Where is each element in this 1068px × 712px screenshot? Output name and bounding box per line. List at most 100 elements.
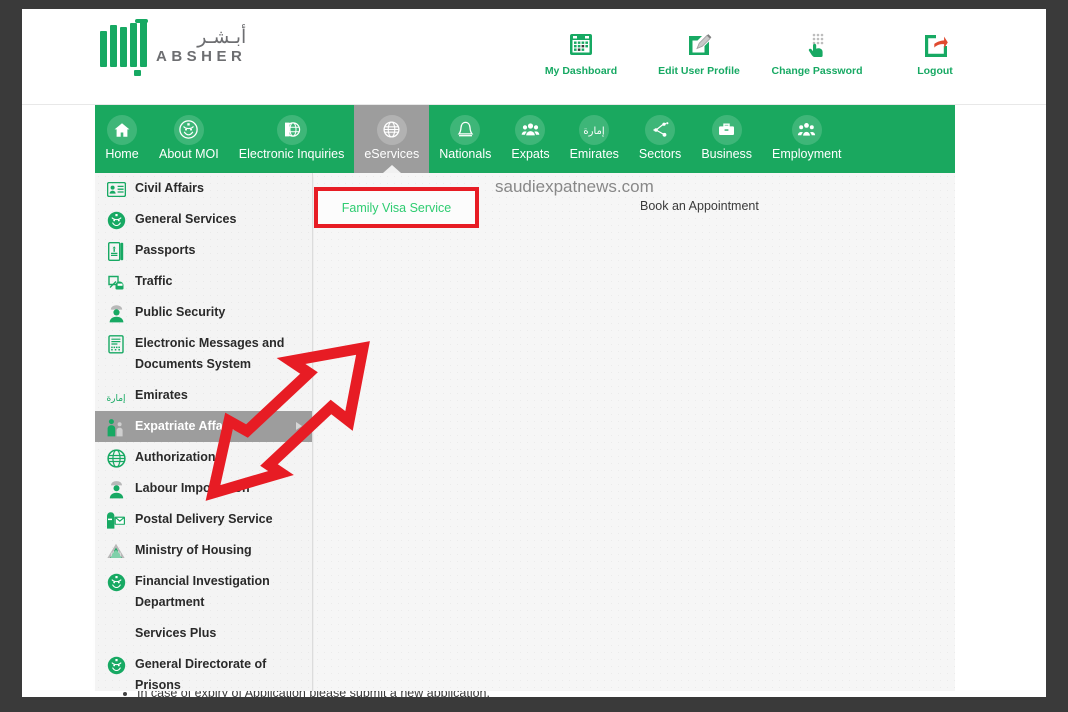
nav-tab-employment[interactable]: Employment: [762, 105, 851, 173]
bell-icon: [450, 115, 480, 145]
logout-label: Logout: [917, 65, 953, 77]
sidebar-item-general-directorate-of-prisons-label: General Directorate of Prisons: [135, 654, 295, 696]
sidebar-item-public-security[interactable]: Public Security: [95, 297, 312, 328]
briefcase-icon: [712, 115, 742, 145]
nav-tab-sectors-label: Sectors: [639, 148, 681, 162]
screenshot-frame: أبـشـر ABSHER: [0, 0, 1068, 712]
nav-tab-home-label: Home: [105, 148, 138, 162]
logout-arrow-icon: [922, 29, 949, 59]
globe-icon: [377, 115, 407, 145]
nav-tab-nationals-label: Nationals: [439, 148, 491, 162]
home-icon: [107, 115, 137, 145]
sidebar-item-expatriate-affairs[interactable]: Expatriate Affairs: [95, 411, 312, 442]
nav-tab-eservices[interactable]: eServices: [354, 105, 429, 173]
site-header: أبـشـر ABSHER: [22, 9, 1046, 105]
logo-latin-text: ABSHER: [156, 49, 246, 66]
sidebar-item-emirates[interactable]: إمارة Emirates: [95, 380, 312, 411]
sidebar-item-authorization-label: Authorization: [135, 447, 216, 468]
nav-tab-business-label: Business: [701, 148, 752, 162]
chevron-right-icon: [296, 422, 302, 430]
svg-text:إمارة: إمارة: [106, 394, 125, 404]
moi-emblem-icon: [105, 210, 127, 230]
sidebar-item-general-services[interactable]: General Services: [95, 204, 312, 235]
sidebar-item-authorization[interactable]: Authorization: [95, 442, 312, 473]
sidebar-item-services-plus[interactable]: Services Plus: [95, 618, 312, 649]
change-password-label: Change Password: [771, 65, 862, 77]
nav-tab-electronic-inquiries-label: Electronic Inquiries: [239, 148, 345, 162]
sidebar-item-services-plus-label: Services Plus: [135, 623, 216, 644]
sidebar-item-labour-importation[interactable]: Labour Importation: [95, 473, 312, 504]
content-panel: saudiexpatnews.com Family Visa Service B…: [314, 173, 955, 691]
my-dashboard-button[interactable]: My Dashboard: [542, 29, 620, 77]
nav-tab-eservices-label: eServices: [364, 148, 419, 162]
nav-tab-emirates-label: Emirates: [570, 148, 619, 162]
change-password-button[interactable]: Change Password: [778, 29, 856, 77]
moi-emblem-icon: [105, 655, 127, 675]
sidebar-item-financial-investigation-label: Financial Investigation Department: [135, 571, 295, 613]
sidebar-item-electronic-messages[interactable]: Electronic Messages and Documents System: [95, 328, 312, 380]
nav-tab-expats-label: Expats: [511, 148, 549, 162]
sidebar-item-civil-affairs[interactable]: Civil Affairs: [95, 173, 312, 204]
watermark-text: saudiexpatnews.com: [495, 177, 654, 197]
nav-tab-nationals[interactable]: Nationals: [429, 105, 501, 173]
my-dashboard-label: My Dashboard: [545, 65, 617, 77]
pencil-square-icon: [686, 29, 713, 59]
id-card-icon: [105, 179, 127, 199]
nav-tab-business[interactable]: Business: [691, 105, 762, 173]
logout-button[interactable]: Logout: [896, 29, 974, 77]
calendar-icon: [568, 29, 594, 59]
police-officer-icon: [105, 303, 127, 323]
sidebar-item-expatriate-affairs-label: Expatriate Affairs: [135, 416, 238, 437]
arabic-emirates-icon: إمارة: [105, 386, 127, 406]
header-actions: My Dashboard Edit User Profile: [542, 29, 974, 77]
book-an-appointment-link[interactable]: Book an Appointment: [640, 199, 759, 213]
nav-tab-expats[interactable]: Expats: [501, 105, 559, 173]
network-nodes-icon: [645, 115, 675, 145]
worker-icon: [105, 479, 127, 499]
passport-icon: [105, 241, 127, 261]
moi-emblem-icon: [174, 115, 204, 145]
mailbox-icon: [105, 510, 127, 530]
globe-book-icon: [277, 115, 307, 145]
sidebar-item-ministry-of-housing[interactable]: Ministry of Housing: [95, 535, 312, 566]
sidebar-item-general-directorate-of-prisons[interactable]: General Directorate of Prisons: [95, 649, 312, 697]
edit-user-profile-button[interactable]: Edit User Profile: [660, 29, 738, 77]
absher-logo[interactable]: أبـشـر ABSHER: [100, 21, 246, 67]
sidebar-item-labour-importation-label: Labour Importation: [135, 478, 250, 499]
no-icon: [105, 624, 127, 644]
footer-note-text: In case of expiry of Application please …: [137, 691, 490, 697]
sidebar-item-general-services-label: General Services: [135, 209, 236, 230]
housing-icon: [105, 541, 127, 561]
sidebar-item-traffic[interactable]: Traffic: [95, 266, 312, 297]
globe-icon: [105, 448, 127, 468]
family-people-icon: [105, 417, 127, 437]
sidebar-item-electronic-messages-label: Electronic Messages and Documents System: [135, 333, 295, 375]
sidebar-item-traffic-label: Traffic: [135, 271, 173, 292]
sidebar-item-passports[interactable]: Passports: [95, 235, 312, 266]
sidebar-item-financial-investigation[interactable]: Financial Investigation Department: [95, 566, 312, 618]
edit-user-profile-label: Edit User Profile: [658, 65, 740, 77]
nav-tab-about-moi-label: About MOI: [159, 148, 219, 162]
nav-tab-home[interactable]: Home: [95, 105, 149, 173]
family-visa-service-link[interactable]: Family Visa Service: [342, 201, 452, 215]
sidebar-item-postal-delivery-label: Postal Delivery Service: [135, 509, 273, 530]
svg-text:إمارة: إمارة: [584, 126, 604, 137]
arabic-emirates-icon: إمارة: [579, 115, 609, 145]
services-sidebar: Civil Affairs General Services: [95, 173, 313, 691]
sidebar-item-postal-delivery[interactable]: Postal Delivery Service: [95, 504, 312, 535]
sidebar-item-emirates-label: Emirates: [135, 385, 188, 406]
nav-tab-electronic-inquiries[interactable]: Electronic Inquiries: [229, 105, 355, 173]
nav-tab-sectors[interactable]: Sectors: [629, 105, 691, 173]
sidebar-item-public-security-label: Public Security: [135, 302, 225, 323]
main-navigation: Home About MOI: [95, 105, 955, 173]
traffic-car-icon: [105, 272, 127, 292]
moi-emblem-icon: [105, 572, 127, 592]
logo-bars-icon: [100, 21, 147, 67]
nav-tab-about-moi[interactable]: About MOI: [149, 105, 229, 173]
sidebar-item-ministry-of-housing-label: Ministry of Housing: [135, 540, 252, 561]
page-body: Civil Affairs General Services: [95, 173, 955, 697]
family-visa-service-highlight: Family Visa Service: [314, 187, 479, 228]
browser-page: أبـشـر ABSHER: [22, 9, 1046, 697]
nav-tab-emirates[interactable]: إمارة Emirates: [560, 105, 629, 173]
people-group-icon: [515, 115, 545, 145]
